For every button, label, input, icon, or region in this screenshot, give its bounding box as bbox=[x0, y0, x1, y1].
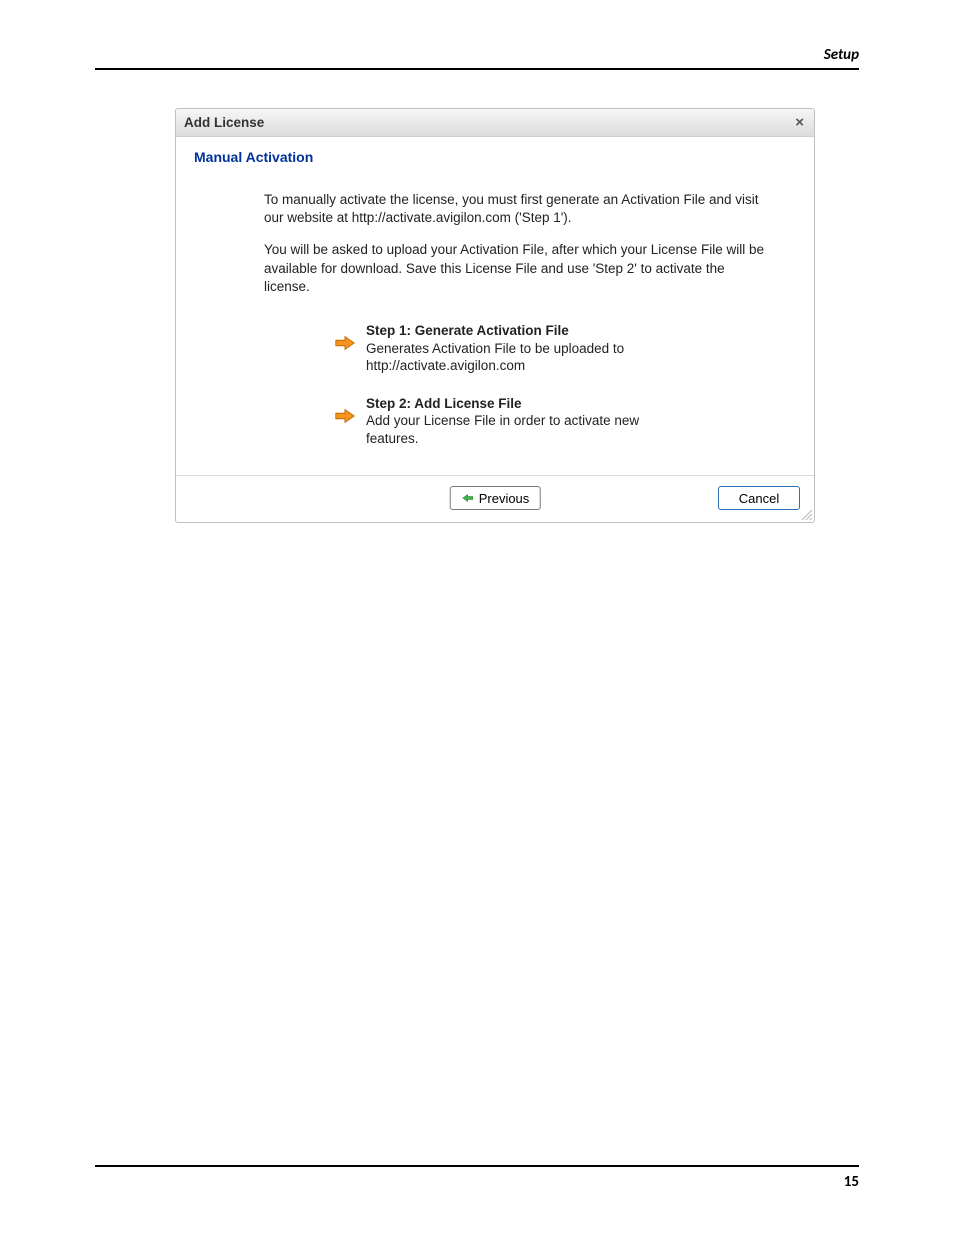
cancel-button-label: Cancel bbox=[739, 491, 779, 506]
dialog-content: Manual Activation To manually activate t… bbox=[176, 137, 814, 475]
resize-grip-icon[interactable] bbox=[799, 507, 813, 521]
titlebar: Add License × bbox=[176, 109, 814, 137]
step-2-desc: Add your License File in order to activa… bbox=[366, 413, 639, 446]
arrow-right-icon bbox=[334, 332, 356, 354]
add-license-dialog: Add License × Manual Activation To manua… bbox=[175, 108, 815, 523]
dialog-title: Add License bbox=[184, 115, 793, 130]
button-bar: Previous Cancel bbox=[176, 475, 814, 522]
instruction-paragraph-1: To manually activate the license, you mu… bbox=[264, 191, 771, 227]
step-2-text: Step 2: Add License File Add your Licens… bbox=[366, 395, 676, 448]
step-2-row[interactable]: Step 2: Add License File Add your Licens… bbox=[334, 395, 796, 448]
page-header: Setup bbox=[95, 46, 859, 70]
previous-button-label: Previous bbox=[479, 491, 530, 506]
section-title: Manual Activation bbox=[194, 149, 796, 165]
step-1-row[interactable]: Step 1: Generate Activation File Generat… bbox=[334, 322, 796, 375]
step-2-title: Step 2: Add License File bbox=[366, 395, 676, 413]
cancel-button[interactable]: Cancel bbox=[718, 486, 800, 510]
page-number: 15 bbox=[844, 1173, 859, 1191]
arrow-right-icon bbox=[334, 405, 356, 427]
previous-button[interactable]: Previous bbox=[450, 486, 541, 510]
arrow-left-icon bbox=[461, 492, 475, 504]
page-header-text: Setup bbox=[824, 46, 859, 64]
step-1-desc: Generates Activation File to be uploaded… bbox=[366, 341, 624, 374]
close-icon[interactable]: × bbox=[793, 115, 806, 130]
instruction-paragraph-2: You will be asked to upload your Activat… bbox=[264, 241, 771, 296]
step-1-text: Step 1: Generate Activation File Generat… bbox=[366, 322, 676, 375]
step-1-title: Step 1: Generate Activation File bbox=[366, 322, 676, 340]
page-footer: 15 bbox=[95, 1165, 859, 1191]
steps-list: Step 1: Generate Activation File Generat… bbox=[334, 322, 796, 447]
